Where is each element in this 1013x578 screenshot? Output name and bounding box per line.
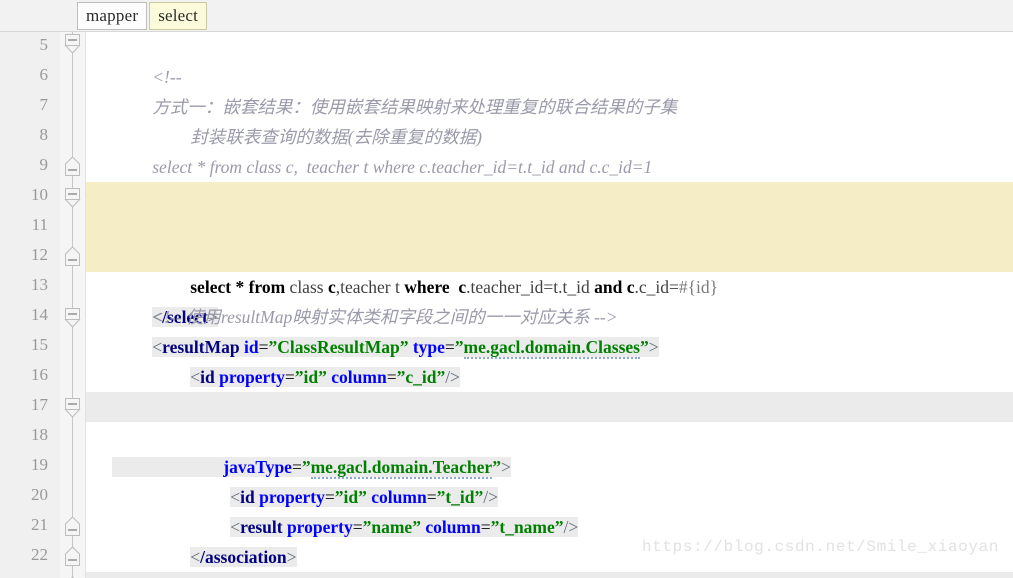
breadcrumb-bar: mapper select — [0, 0, 1013, 32]
line-number: 17 — [31, 395, 48, 414]
line-number: 13 — [31, 275, 48, 294]
fold-toggle-expanded-icon[interactable] — [64, 180, 81, 210]
code-line[interactable]: <!-- — [86, 32, 1013, 87]
code-line[interactable]: </resultMap> — [86, 542, 1013, 578]
fold-toggle-expanded-icon[interactable] — [64, 28, 81, 58]
breadcrumb: mapper select — [77, 1, 209, 30]
code-content[interactable]: <!-- 方式一：嵌套结果：使用嵌套结果映射来处理重复的联合结果的子集 封装联表… — [86, 32, 1013, 578]
code-line[interactable]: </ — [86, 572, 1013, 578]
line-number: 7 — [39, 95, 49, 114]
fold-end-icon[interactable] — [64, 150, 81, 180]
block-highlight — [86, 242, 1013, 272]
block-highlight — [86, 182, 1013, 212]
line-number: 5 — [39, 35, 49, 54]
code-line[interactable]: <result property=”name” column=”t_name”/… — [86, 482, 1013, 537]
code-editor: mapper select 5 6 7 8 9 10 11 12 13 14 1… — [0, 0, 1013, 578]
code-line[interactable]: <!-- 使用resultMap映射实体类和字段之间的一一对应关系 --> — [86, 272, 1013, 327]
fold-end-icon[interactable] — [64, 540, 81, 570]
code-line[interactable]: <result property=”name” column=”c_name”/… — [86, 362, 1013, 417]
line-number: 9 — [39, 155, 49, 174]
line-number: 16 — [31, 365, 48, 384]
breadcrumb-item-mapper[interactable]: mapper — [77, 1, 148, 30]
fold-end-icon[interactable] — [64, 240, 81, 270]
line-number: 21 — [31, 515, 48, 534]
code-line[interactable]: select * from class c,teacher t where c.… — [86, 212, 1013, 297]
line-number: 23 — [4, 570, 48, 578]
fold-end-icon[interactable] — [64, 510, 81, 540]
code-line[interactable]: 封装联表查询的数据(去除重复的数据) — [86, 92, 1013, 147]
code-line[interactable]: 方式一：嵌套结果：使用嵌套结果映射来处理重复的联合结果的子集 — [86, 62, 1013, 117]
line-number: 12 — [31, 245, 48, 264]
line-number: 20 — [31, 485, 48, 504]
current-line-highlight — [86, 392, 1013, 422]
code-line[interactable]: <select id=”getClass1” parameterType=”in… — [86, 182, 1013, 267]
line-number: 19 — [31, 455, 48, 474]
code-line[interactable]: </select> — [86, 242, 1013, 327]
line-number: 22 — [31, 545, 48, 564]
fold-end-icon[interactable] — [64, 570, 81, 578]
fold-toggle-expanded-icon[interactable] — [64, 300, 81, 330]
code-line[interactable]: <id property=”id” column=”c_id”/> — [86, 332, 1013, 387]
code-line-current[interactable]: <association property=”teacher” — [86, 392, 1013, 477]
breadcrumb-item-select[interactable]: select — [149, 1, 208, 30]
fold-toggle-expanded-icon[interactable] — [64, 390, 81, 420]
line-number: 18 — [31, 425, 48, 444]
line-number: 6 — [39, 65, 49, 84]
code-folding-gutter — [60, 32, 86, 578]
code-line[interactable]: <id property=”id” column=”t_id”/> — [86, 452, 1013, 507]
line-number: 11 — [31, 215, 48, 234]
line-number: 8 — [39, 125, 49, 144]
block-highlight — [86, 212, 1013, 242]
code-line[interactable]: </association> — [86, 512, 1013, 567]
code-line[interactable]: <resultMap id=”ClassResultMap” type=”me.… — [86, 302, 1013, 359]
current-line-highlight — [86, 572, 1013, 578]
code-line[interactable]: select * from class c, teacher t where c… — [86, 122, 1013, 177]
code-line[interactable]: --> — [86, 152, 1013, 207]
line-number: 10 — [31, 185, 48, 204]
line-number: 15 — [31, 335, 48, 354]
line-number-gutter: 5 6 7 8 9 10 11 12 13 14 15 16 17 18 19 … — [0, 32, 60, 578]
code-line[interactable]: javaType=”me.gacl.domain.Teacher”> — [86, 422, 1013, 479]
gutter-divider — [85, 32, 86, 578]
line-number: 14 — [31, 305, 48, 324]
